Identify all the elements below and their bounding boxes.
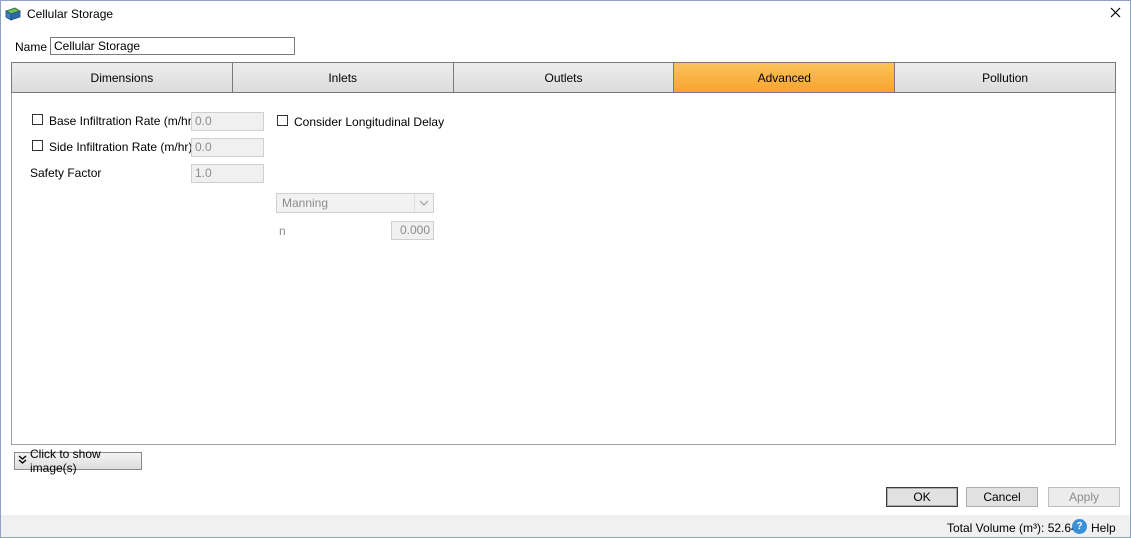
base-infiltration-input[interactable]: 0.0 <box>191 112 264 131</box>
show-images-label: Click to show image(s) <box>30 447 101 475</box>
title-bar: Cellular Storage <box>1 1 1130 27</box>
side-infiltration-checkbox[interactable] <box>32 140 43 151</box>
ok-button[interactable]: OK <box>886 487 958 507</box>
show-images-button[interactable]: Click to show image(s) <box>14 447 142 475</box>
tab-advanced[interactable]: Advanced <box>674 63 896 92</box>
n-label: n <box>279 224 286 238</box>
name-input[interactable] <box>50 37 295 55</box>
n-input[interactable]: 0.000 <box>391 221 434 240</box>
longitudinal-delay-label: Consider Longitudinal Delay <box>294 115 445 129</box>
tab-inlets[interactable]: Inlets <box>232 63 454 92</box>
window-title: Cellular Storage <box>27 7 114 21</box>
tab-pollution[interactable]: Pollution <box>895 63 1115 92</box>
close-icon <box>1110 5 1121 23</box>
tab-outlets[interactable]: Outlets <box>453 63 675 92</box>
help-icon[interactable]: ? <box>1072 519 1087 534</box>
cellular-storage-dialog: Cellular Storage Name Dimensions Inlets … <box>0 0 1131 538</box>
roughness-method-select[interactable]: Manning <box>276 193 434 213</box>
side-infiltration-input[interactable]: 0.0 <box>191 138 264 157</box>
base-infiltration-label: Base Infiltration Rate (m/hr) <box>49 114 196 128</box>
roughness-method-value: Manning <box>282 196 329 210</box>
double-chevron-down-icon <box>18 455 27 467</box>
side-infiltration-label: Side Infiltration Rate (m/hr) <box>49 140 193 154</box>
name-label: Name <box>15 40 48 54</box>
apply-button[interactable]: Apply <box>1048 487 1120 507</box>
safety-factor-input[interactable]: 1.0 <box>191 164 264 183</box>
status-bar: Total Volume (m³): 52.640 ? Help <box>1 515 1130 537</box>
close-button[interactable] <box>1103 4 1127 24</box>
help-link[interactable]: Help <box>1091 521 1116 535</box>
advanced-panel: Base Infiltration Rate (m/hr) 0.0 Side I… <box>11 93 1116 445</box>
cellular-storage-app-icon <box>5 7 21 21</box>
tab-strip: Dimensions Inlets Outlets Advanced Pollu… <box>11 62 1116 93</box>
tab-dimensions[interactable]: Dimensions <box>12 63 233 92</box>
chevron-down-icon <box>414 194 433 212</box>
safety-factor-label: Safety Factor <box>30 166 102 180</box>
longitudinal-delay-checkbox[interactable] <box>277 115 288 126</box>
total-volume-text: Total Volume (m³): 52.640 <box>947 521 1085 535</box>
cancel-button[interactable]: Cancel <box>966 487 1038 507</box>
base-infiltration-checkbox[interactable] <box>32 114 43 125</box>
